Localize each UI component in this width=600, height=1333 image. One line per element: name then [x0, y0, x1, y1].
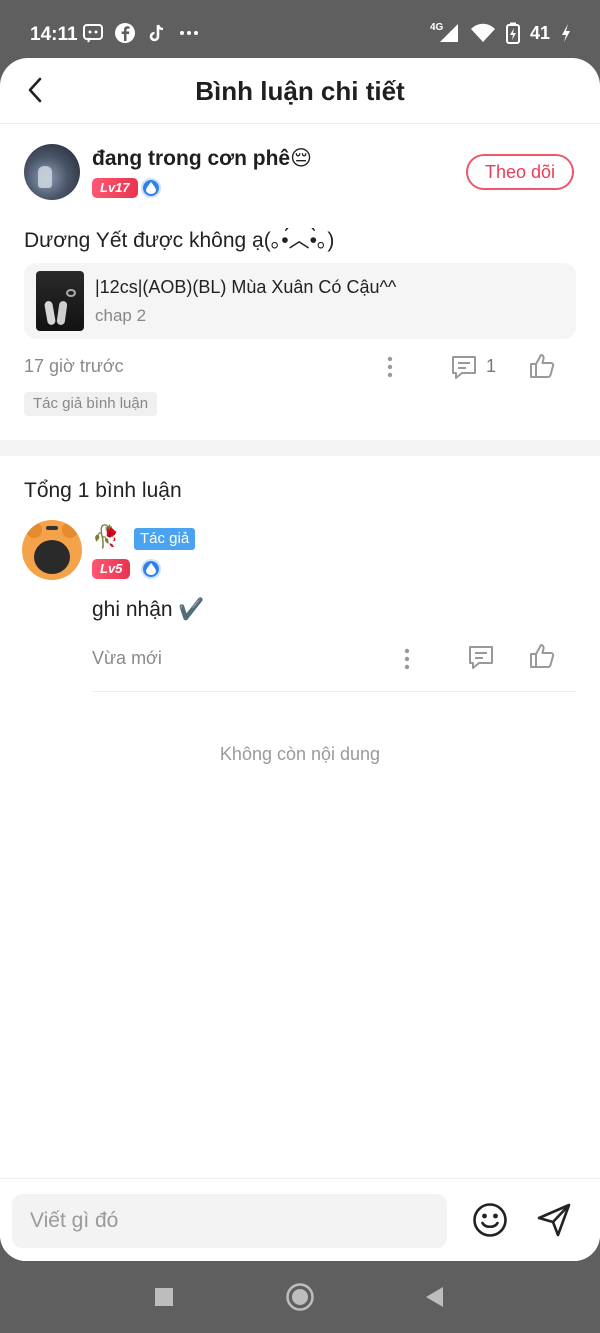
- author-badge: Tác giả: [134, 528, 196, 550]
- comment-bubble-icon: [469, 646, 493, 669]
- facebook-icon: [114, 22, 136, 44]
- home-circle-icon: [286, 1283, 314, 1311]
- comment-text: Dương Yết được không ạ(｡•́︿•̀｡): [24, 229, 335, 252]
- end-of-list-text: Không còn nội dung: [219, 744, 381, 764]
- vertical-dots-icon: [387, 356, 393, 378]
- story-thumbnail: [36, 271, 84, 331]
- thumbs-up-icon: [530, 354, 555, 378]
- level-badge: Lv17: [92, 178, 138, 198]
- water-drop-badge-icon: [141, 178, 161, 198]
- messenger-icon: [82, 22, 104, 44]
- status-time: 14:11: [30, 24, 78, 45]
- story-chapter: chap 2: [95, 306, 147, 325]
- recents-button[interactable]: [146, 1279, 182, 1315]
- charging-bolt-icon: [560, 22, 572, 44]
- comment-input-bar: [0, 1178, 600, 1261]
- battery-charging-icon: [505, 22, 520, 44]
- emoji-button[interactable]: [470, 1200, 510, 1240]
- send-icon: [537, 1203, 571, 1237]
- battery-level: 41: [529, 22, 550, 43]
- like-button[interactable]: [526, 350, 558, 382]
- reply-reply-button[interactable]: [465, 642, 497, 672]
- reply-username[interactable]: 🥀: [92, 524, 119, 550]
- section-divider: [0, 440, 600, 456]
- reply-count: 1: [486, 356, 497, 376]
- thumbs-up-icon: [530, 644, 555, 668]
- network-type: 4G: [429, 22, 444, 33]
- reply-button[interactable]: [448, 352, 480, 382]
- avatar[interactable]: [24, 144, 80, 200]
- comment-time: 17 giờ trước: [24, 356, 124, 376]
- comment-detail-sheet: Bình luận chi tiết đang trong cơn phê😔 L…: [0, 58, 600, 1261]
- reply-divider: [92, 691, 576, 692]
- page-title: Bình luận chi tiết: [195, 76, 405, 106]
- reply-text: ghi nhận ✔️: [92, 598, 205, 621]
- notification-icons: [82, 22, 200, 44]
- vertical-dots-icon: [404, 648, 410, 670]
- signal-icon: 4G: [430, 22, 460, 44]
- water-drop-badge-icon: [141, 559, 161, 579]
- follow-button[interactable]: Theo dõi: [466, 154, 574, 190]
- recents-square-icon: [155, 1288, 173, 1306]
- reply-time: Vừa mới: [92, 648, 162, 668]
- comment-input[interactable]: [12, 1194, 447, 1248]
- wifi-icon: [470, 22, 496, 44]
- story-title: |12cs|(AOB)(BL) Mùa Xuân Có Cậu^^: [95, 277, 397, 297]
- system-icons: 4G 41: [430, 22, 572, 44]
- reply-like-button[interactable]: [526, 640, 558, 672]
- back-triangle-icon: [426, 1287, 443, 1307]
- send-button[interactable]: [534, 1200, 574, 1240]
- author-comment-tag: Tác giả bình luận: [24, 392, 158, 416]
- main-comment: đang trong cơn phê😔 Lv17 Theo dõi Dương …: [0, 124, 600, 442]
- smiley-icon: [473, 1203, 507, 1237]
- home-button[interactable]: [282, 1279, 318, 1315]
- total-comments-label: Tổng 1 bình luận: [24, 479, 182, 502]
- more-options-button[interactable]: [380, 352, 400, 382]
- story-card[interactable]: |12cs|(AOB)(BL) Mùa Xuân Có Cậu^^ chap 2: [24, 263, 576, 339]
- reply-more-options-button[interactable]: [397, 644, 417, 674]
- tiktok-icon: [146, 22, 168, 44]
- reply-avatar[interactable]: [22, 520, 82, 580]
- comment-bubble-icon: [452, 356, 476, 379]
- username[interactable]: đang trong cơn phê😔: [92, 146, 312, 171]
- more-dots-icon: [178, 22, 200, 44]
- back-nav-button[interactable]: [416, 1279, 452, 1315]
- comment-meta: 17 giờ trước 1: [24, 352, 576, 382]
- header: Bình luận chi tiết: [0, 58, 600, 124]
- system-nav-bar: [0, 1261, 600, 1333]
- reply-level-badge: Lv5: [92, 559, 131, 579]
